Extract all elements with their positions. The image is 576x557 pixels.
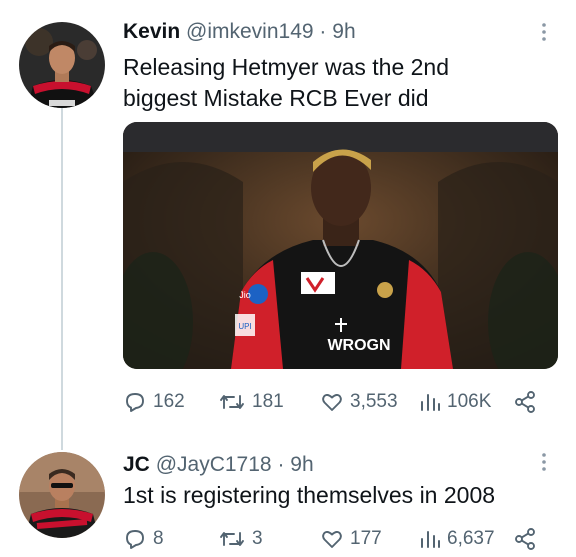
tweet-text: Releasing Hetmyer was the 2nd biggest Mi… [123,52,449,114]
share-icon [513,527,537,551]
share-button[interactable] [513,527,537,551]
handle[interactable]: @imkevin149 [186,20,314,43]
share-icon [513,390,537,414]
like-button[interactable]: 177 [320,527,382,551]
repost-icon [218,390,246,414]
sponsor-logo: WROGN [327,337,390,354]
share-button[interactable] [513,390,537,414]
more-icon[interactable] [538,22,550,42]
repost-button[interactable]: 181 [218,390,284,414]
views-button[interactable]: 6,637 [419,527,495,551]
reply-icon [123,527,147,551]
repost-count: 3 [252,528,263,549]
display-name[interactable]: Kevin [123,20,180,43]
views-count: 6,637 [447,528,495,549]
tweet[interactable]: Kevin @imkevin149 · 9h Releasing Hetmyer… [0,0,576,450]
tweet-header: JC @JayC1718 · 9h [123,453,314,477]
reply-count: 162 [153,391,185,412]
repost-count: 181 [252,391,284,412]
repost-button[interactable]: 3 [218,527,263,551]
jio-logo: Jio [239,290,251,300]
separator: · [319,20,327,43]
views-icon [419,527,441,551]
tweet-media-image[interactable]: Jio UPI WROGN [123,122,558,369]
avatar[interactable] [19,22,105,108]
reply-count: 8 [153,528,164,549]
thread-line [61,108,63,450]
like-count: 177 [350,528,382,549]
more-icon[interactable] [538,452,550,472]
timestamp[interactable]: 9h [290,453,313,476]
tweet-header: Kevin @imkevin149 · 9h [123,20,356,44]
tweet-actions: 162 181 3,553 106K [123,390,553,418]
views-icon [419,390,441,414]
like-count: 3,553 [350,391,398,412]
tweet-actions: 8 3 177 6,637 [123,527,553,555]
repost-icon [218,527,246,551]
views-button[interactable]: 106K [419,390,491,414]
separator: · [277,453,285,476]
upi-logo: UPI [238,322,251,331]
reply-button[interactable]: 162 [123,390,185,414]
like-icon [320,527,344,551]
like-icon [320,390,344,414]
tweet-text-line: 1st is registering themselves in 2008 [123,482,496,508]
reply-button[interactable]: 8 [123,527,164,551]
tweet-text-line: Releasing Hetmyer was the 2nd [123,54,449,80]
views-count: 106K [447,391,492,412]
tweet-text: 1st is registering themselves in 2008 [123,480,495,511]
reply-icon [123,390,147,414]
tweet[interactable]: JC @JayC1718 · 9h 1st is registering the… [0,440,576,557]
avatar[interactable] [19,452,105,538]
display-name[interactable]: JC [123,453,150,476]
like-button[interactable]: 3,553 [320,390,398,414]
tweet-text-line: biggest Mistake RCB Ever did [123,85,429,111]
handle[interactable]: @JayC1718 [156,453,272,476]
timestamp[interactable]: 9h [332,20,355,43]
